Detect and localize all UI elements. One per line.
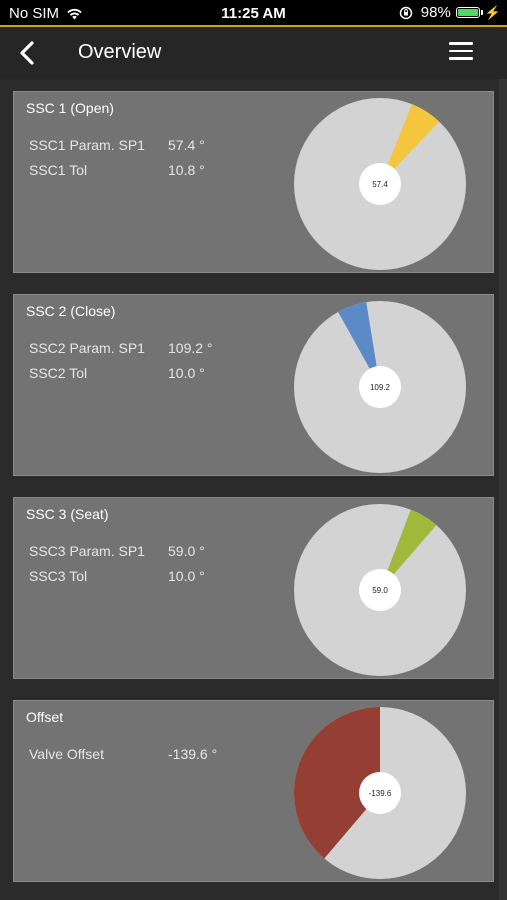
back-button[interactable]	[14, 38, 42, 68]
menu-icon	[449, 42, 473, 45]
param-value: 109.2 °	[168, 340, 213, 356]
param-value: 10.8 °	[168, 162, 205, 178]
offset-card: Offset Valve Offset -139.6 ° -139.6	[13, 700, 494, 882]
card-title: Offset	[26, 709, 64, 725]
rotation-lock-icon	[399, 6, 413, 19]
menu-button[interactable]	[449, 42, 473, 62]
param-value: 57.4 °	[168, 137, 205, 153]
ssc2-card: SSC 2 (Close) SSC2 Param. SP1 109.2 ° SS…	[13, 294, 494, 476]
charging-bolt-icon: ⚡	[484, 4, 501, 20]
param-value: -139.6 °	[168, 746, 218, 762]
status-right: 98% ⚡	[399, 4, 501, 21]
battery-percent: 98%	[420, 4, 451, 21]
scrollbar[interactable]	[499, 79, 507, 900]
offset-gauge: -139.6	[294, 707, 466, 879]
ssc1-gauge: 57.4	[294, 98, 466, 270]
nav-bar: Overview	[0, 27, 507, 79]
card-title: SSC 1 (Open)	[26, 100, 114, 116]
gauge-center-label: 59.0	[372, 586, 388, 595]
param-label: SSC2 Tol	[29, 365, 88, 381]
gauge-center-label: 57.4	[372, 180, 388, 189]
battery-icon	[455, 7, 483, 18]
gauge-center-label: 109.2	[370, 383, 391, 392]
param-label: SSC2 Param. SP1	[29, 340, 145, 356]
param-value: 10.0 °	[168, 568, 205, 584]
card-title: SSC 2 (Close)	[26, 303, 116, 319]
status-bar: No SIM 11:25 AM 98% ⚡	[0, 0, 507, 27]
ssc3-gauge: 59.0	[294, 504, 466, 676]
ssc1-card: SSC 1 (Open) SSC1 Param. SP1 57.4 ° SSC1…	[13, 91, 494, 273]
param-label: SSC1 Param. SP1	[29, 137, 145, 153]
ssc3-card: SSC 3 (Seat) SSC3 Param. SP1 59.0 ° SSC3…	[13, 497, 494, 679]
param-label: SSC1 Tol	[29, 162, 88, 178]
param-label: SSC3 Tol	[29, 568, 88, 584]
param-value: 10.0 °	[168, 365, 205, 381]
ssc2-gauge: 109.2	[294, 301, 466, 473]
param-label: Valve Offset	[29, 746, 104, 762]
page-title: Overview	[78, 41, 162, 63]
card-title: SSC 3 (Seat)	[26, 506, 109, 522]
chevron-left-icon	[20, 41, 34, 65]
gauge-center-label: -139.6	[369, 789, 392, 798]
param-label: SSC3 Param. SP1	[29, 543, 145, 559]
param-value: 59.0 °	[168, 543, 205, 559]
